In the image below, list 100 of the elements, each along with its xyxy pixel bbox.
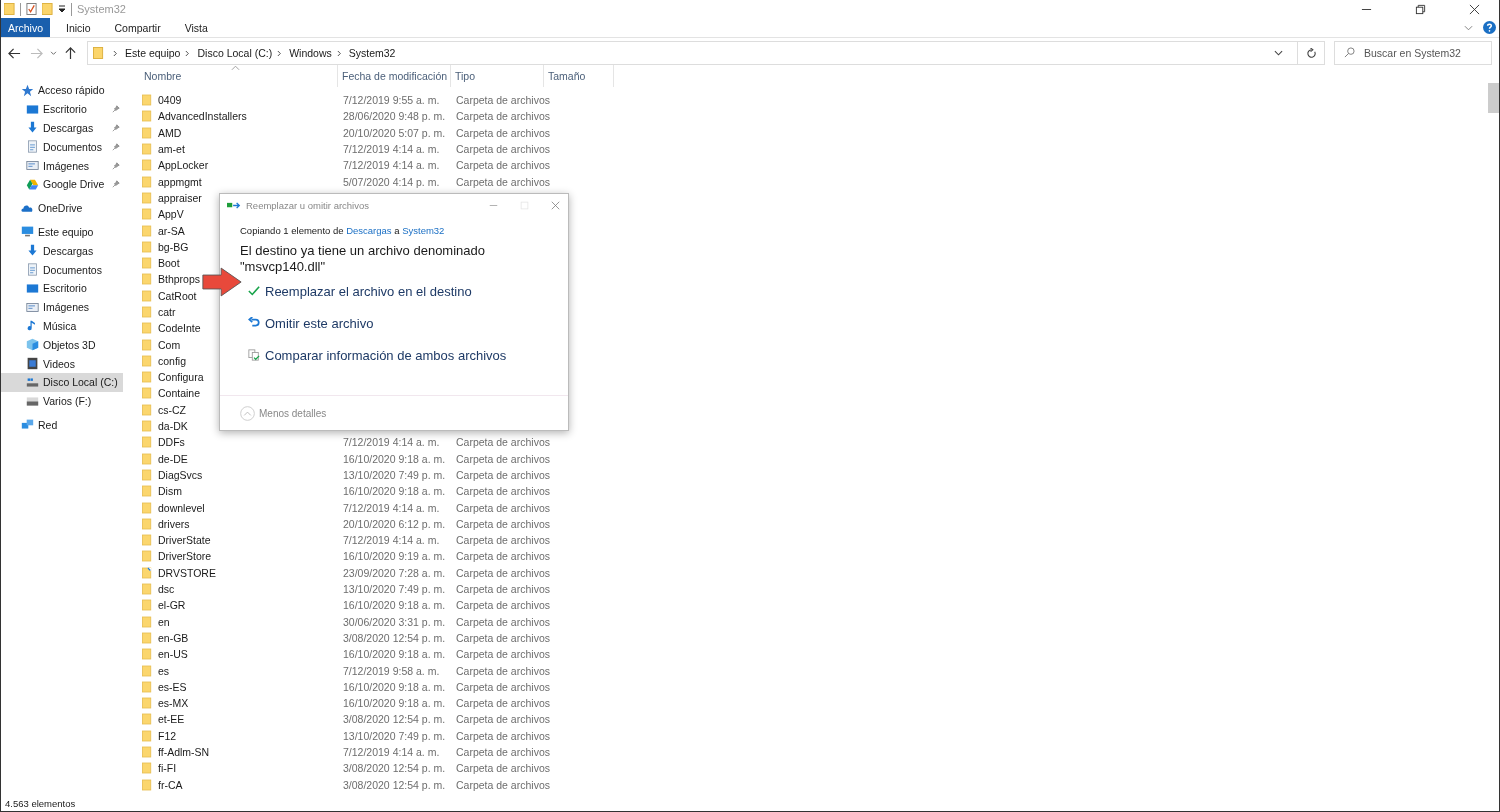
nav-item[interactable]: Documentos xyxy=(1,137,123,157)
pin-icon[interactable] xyxy=(112,142,120,151)
breadcrumb-item[interactable]: Disco Local (C:) xyxy=(197,47,273,59)
nav-item[interactable]: OneDrive xyxy=(1,198,123,218)
nav-item[interactable]: Varios (F:) xyxy=(1,391,123,411)
file-name[interactable]: es xyxy=(158,664,170,677)
file-name[interactable]: AppLocker xyxy=(158,159,209,172)
table-cell-text: 7/12/2019 4:14 a. m. xyxy=(343,436,441,449)
file-name[interactable]: da-DK xyxy=(158,420,188,433)
file-name[interactable]: AMD xyxy=(158,126,182,139)
breadcrumb-item[interactable]: Este equipo xyxy=(125,47,181,59)
chevron-down-icon[interactable] xyxy=(50,50,57,56)
less-details-button[interactable]: Menos detalles xyxy=(240,405,327,421)
file-name[interactable]: el-GR xyxy=(158,599,186,612)
dropdown-icon[interactable] xyxy=(58,5,66,13)
pin-icon[interactable] xyxy=(112,180,120,189)
file-name[interactable]: DriverStore xyxy=(158,550,212,563)
breadcrumb-item[interactable]: Windows xyxy=(289,47,332,59)
close-icon[interactable] xyxy=(1469,3,1480,15)
dialog-option[interactable]: Omitir este archivo xyxy=(248,307,380,339)
file-name[interactable]: en-GB xyxy=(158,631,189,644)
file-name[interactable]: F12 xyxy=(158,729,177,742)
pin-icon[interactable] xyxy=(112,105,120,114)
breadcrumb-item[interactable]: System32 xyxy=(348,47,396,59)
file-name[interactable]: cs-CZ xyxy=(158,403,186,416)
file-name[interactable]: bg-BG xyxy=(158,240,189,253)
file-name[interactable]: catr xyxy=(158,306,176,318)
file-name[interactable]: et-EE xyxy=(158,713,185,726)
file-name[interactable]: DDFs xyxy=(158,436,185,449)
folder-icon xyxy=(142,403,152,416)
column-header[interactable]: Tipo xyxy=(451,65,544,87)
nav-item[interactable]: Descargas xyxy=(1,118,123,138)
pin-icon[interactable] xyxy=(112,161,120,170)
nav-item[interactable]: Google Drive xyxy=(1,175,123,194)
address-bar[interactable]: Este equipo Disco Local (C:) Windows System32 xyxy=(87,41,1298,65)
file-name[interactable]: am-et xyxy=(158,143,185,156)
file-name[interactable]: es-MX xyxy=(158,697,189,710)
file-name[interactable]: AdvancedInstallers xyxy=(158,110,247,123)
nav-item[interactable]: Descargas xyxy=(1,241,123,261)
file-name[interactable]: AppV xyxy=(158,208,184,221)
file-name[interactable]: en-US xyxy=(158,648,188,661)
file-name[interactable]: Dism xyxy=(158,485,182,498)
nav-item[interactable]: Red xyxy=(1,415,123,435)
file-name[interactable]: downlevel xyxy=(158,501,205,514)
file-name[interactable]: dsc xyxy=(158,583,175,596)
dialog-option[interactable]: Reemplazar el archivo en el destino xyxy=(248,275,478,307)
help-icon[interactable] xyxy=(1483,21,1496,34)
refresh-button[interactable] xyxy=(1298,41,1325,65)
column-header[interactable]: Tamaño xyxy=(544,65,614,87)
nav-item[interactable]: Documentos xyxy=(1,260,123,279)
properties-icon[interactable] xyxy=(26,2,37,16)
file-name[interactable]: CatRoot xyxy=(158,289,197,302)
file-name[interactable]: appraiser xyxy=(158,191,202,204)
scrollbar[interactable] xyxy=(1488,83,1499,113)
file-name[interactable]: Bthprops xyxy=(158,273,201,286)
file-name[interactable]: appmgmt xyxy=(158,175,202,188)
nav-item[interactable]: Objetos 3D xyxy=(1,335,123,355)
file-name[interactable]: Containe xyxy=(158,387,201,400)
column-header[interactable]: Fecha de modificación xyxy=(338,65,451,87)
folder-link[interactable]: System32 xyxy=(402,225,445,236)
nav-item[interactable]: Música xyxy=(1,316,123,336)
file-name[interactable]: ar-SA xyxy=(158,224,185,237)
chevron-right-icon[interactable] xyxy=(277,49,283,57)
file-name[interactable]: de-DE xyxy=(158,452,188,465)
file-name[interactable]: Configura xyxy=(158,371,204,384)
file-name[interactable]: config xyxy=(158,354,187,367)
chevron-right-icon[interactable] xyxy=(336,49,342,57)
chevron-down-icon[interactable] xyxy=(1274,50,1283,56)
nav-item[interactable]: Imágenes xyxy=(1,297,123,317)
file-name[interactable]: fi-FI xyxy=(158,762,177,775)
file-name[interactable]: 0409 xyxy=(158,94,182,107)
nav-item[interactable]: Acceso rápido xyxy=(1,81,123,100)
file-name[interactable]: drivers xyxy=(158,517,190,530)
restore-icon[interactable] xyxy=(1415,3,1426,15)
nav-item[interactable]: Escritorio xyxy=(1,278,123,298)
file-name[interactable]: ff-Adlm-SN xyxy=(158,746,210,758)
chevron-right-icon[interactable] xyxy=(185,49,191,57)
file-name[interactable]: es-ES xyxy=(158,680,187,693)
file-name[interactable]: DriverState xyxy=(158,534,211,547)
column-header[interactable]: Nombre xyxy=(140,65,338,87)
up-arrow-icon[interactable] xyxy=(64,46,77,60)
file-name[interactable]: Boot xyxy=(158,257,180,270)
nav-item[interactable]: Escritorio xyxy=(1,99,123,119)
back-arrow-icon[interactable] xyxy=(8,46,21,60)
nav-item[interactable]: Imágenes xyxy=(1,156,123,175)
file-name[interactable]: DRVSTORE xyxy=(158,566,216,579)
nav-item[interactable]: Este equipo xyxy=(1,222,123,242)
file-name[interactable]: fr-CA xyxy=(158,778,183,791)
nav-item[interactable]: Videos xyxy=(1,354,123,373)
file-name[interactable]: CodeInte xyxy=(158,322,201,335)
pin-icon[interactable] xyxy=(112,124,120,132)
dialog-option[interactable]: Comparar información de ambos archivos xyxy=(248,339,513,371)
ribbon-tab[interactable]: Archivo xyxy=(1,18,50,37)
file-name[interactable]: Com xyxy=(158,338,181,351)
nav-item[interactable]: Disco Local (C:) xyxy=(1,372,123,392)
chevron-right-icon[interactable] xyxy=(113,49,118,57)
search-field[interactable]: Buscar en System32 xyxy=(1334,41,1492,65)
file-name[interactable]: DiagSvcs xyxy=(158,468,203,481)
folder-link[interactable]: Descargas xyxy=(346,225,392,236)
file-name[interactable]: en xyxy=(158,615,170,628)
